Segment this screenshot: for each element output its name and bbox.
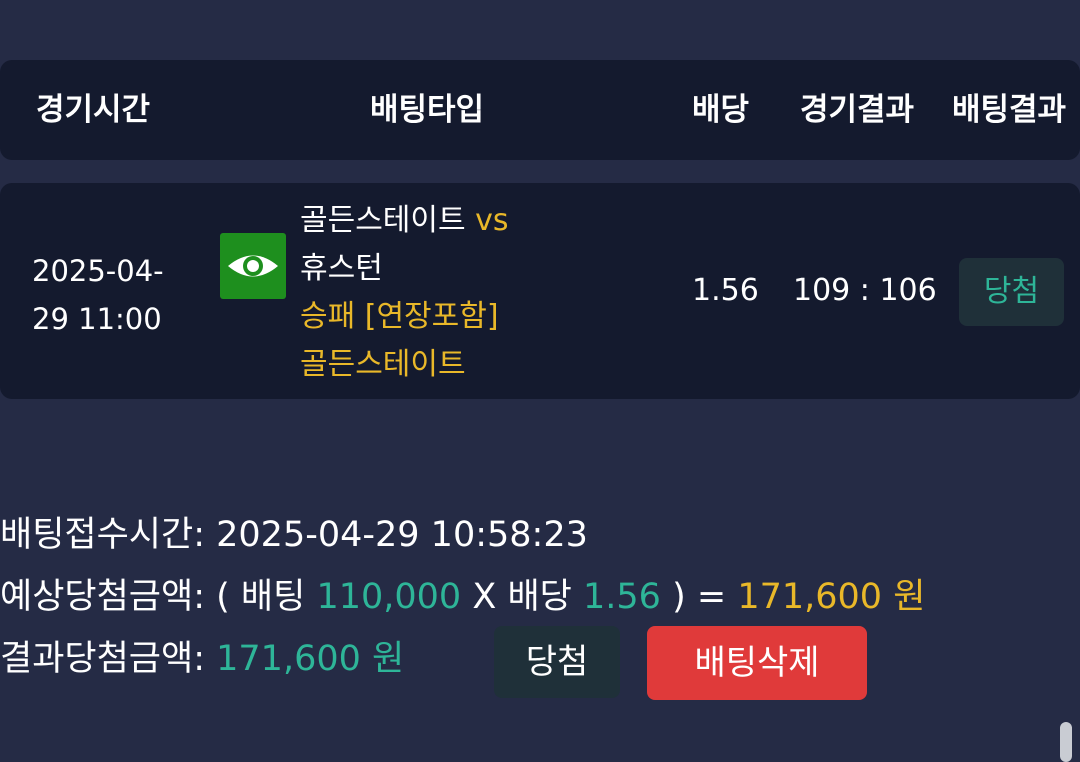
bet-result-badge: 당첨 <box>959 258 1064 326</box>
result-label: 결과당첨금액: <box>0 639 205 679</box>
header-time: 경기시간 <box>36 92 151 128</box>
bet-odds: 1.56 <box>692 273 759 308</box>
home-team: 골든스테이트 <box>300 203 466 238</box>
vs-label: vs <box>475 203 509 238</box>
receipt-label: 배팅접수시간: <box>0 515 205 555</box>
expected-amount-line: 예상당첨금액: ( 배팅 110,000 X 배당 1.56 ) = 171,6… <box>0 572 925 622</box>
header-game-result: 경기결과 <box>800 92 915 128</box>
eye-icon[interactable] <box>220 233 286 299</box>
bet-row: 2025-04- 29 11:00 골든스테이트 vs 휴스턴 승패 [연장포함… <box>0 183 1080 399</box>
away-team: 휴스턴 <box>300 251 383 286</box>
summary-odds: 1.56 <box>583 577 661 617</box>
header-bet-type: 배팅타입 <box>370 92 485 128</box>
scrollbar-thumb[interactable] <box>1060 722 1072 762</box>
receipt-time: 2025-04-29 10:58:23 <box>216 515 588 555</box>
header-odds: 배당 <box>692 92 750 128</box>
odds-prefix: X 배당 <box>472 577 572 617</box>
header-bet-result: 배팅결과 <box>952 92 1067 128</box>
equals-sign: ) = <box>672 577 727 617</box>
game-score: 109 : 106 <box>793 273 937 308</box>
result-amount-line: 결과당첨금액: 171,600 원 <box>0 634 404 684</box>
expected-label: 예상당첨금액: <box>0 577 205 617</box>
receipt-time-line: 배팅접수시간: 2025-04-29 10:58:23 <box>0 510 588 560</box>
bet-type: 승패 [연장포함] <box>300 299 499 334</box>
game-time-date: 2025-04- <box>32 254 164 288</box>
game-time: 2025-04- 29 11:00 <box>32 247 164 343</box>
game-time-hour: 29 11:00 <box>32 302 162 336</box>
bet-details: 골든스테이트 vs 휴스턴 승패 [연장포함] 골든스테이트 <box>300 197 509 389</box>
win-button[interactable]: 당첨 <box>494 626 620 698</box>
delete-bet-button[interactable]: 배팅삭제 <box>647 626 867 700</box>
stake-prefix: ( 배팅 <box>216 577 306 617</box>
result-amount: 171,600 원 <box>216 639 405 679</box>
stake-amount: 110,000 <box>316 577 462 617</box>
table-header: 경기시간 배팅타입 배당 경기결과 배팅결과 <box>0 60 1080 160</box>
expected-amount: 171,600 원 <box>737 577 926 617</box>
bet-pick: 골든스테이트 <box>300 347 466 382</box>
